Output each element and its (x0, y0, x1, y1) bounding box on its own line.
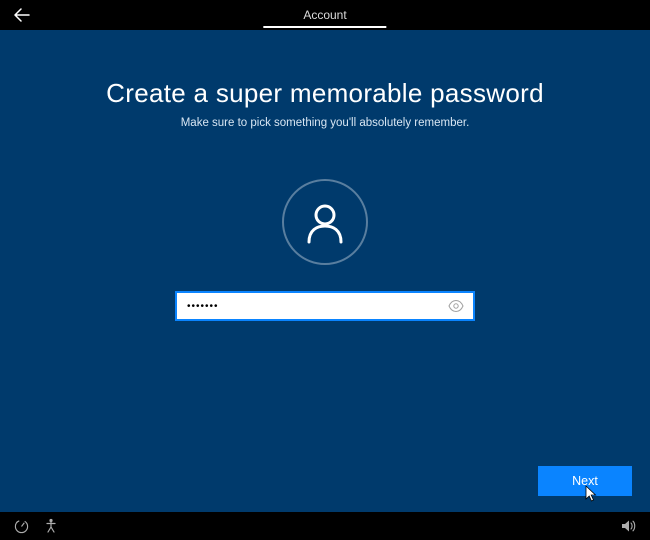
bottom-bar (0, 512, 650, 540)
eye-icon (448, 300, 464, 312)
tab-label: Account (303, 8, 346, 22)
password-value: ••••••• (187, 301, 447, 312)
user-icon (301, 198, 349, 246)
accessibility-icon (44, 518, 58, 534)
volume-icon (621, 519, 637, 533)
next-button-label: Next (572, 474, 598, 488)
main-panel: Create a super memorable password Make s… (0, 30, 650, 512)
reveal-password-button[interactable] (447, 297, 465, 315)
page-title: Create a super memorable password (106, 78, 544, 109)
top-bar: Account (0, 0, 650, 30)
page-subtitle: Make sure to pick something you'll absol… (181, 117, 470, 129)
accessibility-button[interactable] (40, 515, 62, 537)
back-arrow-icon (14, 7, 30, 23)
ease-of-access-button[interactable] (10, 515, 32, 537)
next-button[interactable]: Next (538, 466, 632, 496)
tab-account[interactable]: Account (263, 2, 386, 28)
volume-button[interactable] (618, 515, 640, 537)
avatar (282, 179, 368, 265)
back-button[interactable] (6, 0, 38, 30)
password-input[interactable]: ••••••• (175, 291, 475, 321)
ease-of-access-icon (14, 519, 29, 534)
